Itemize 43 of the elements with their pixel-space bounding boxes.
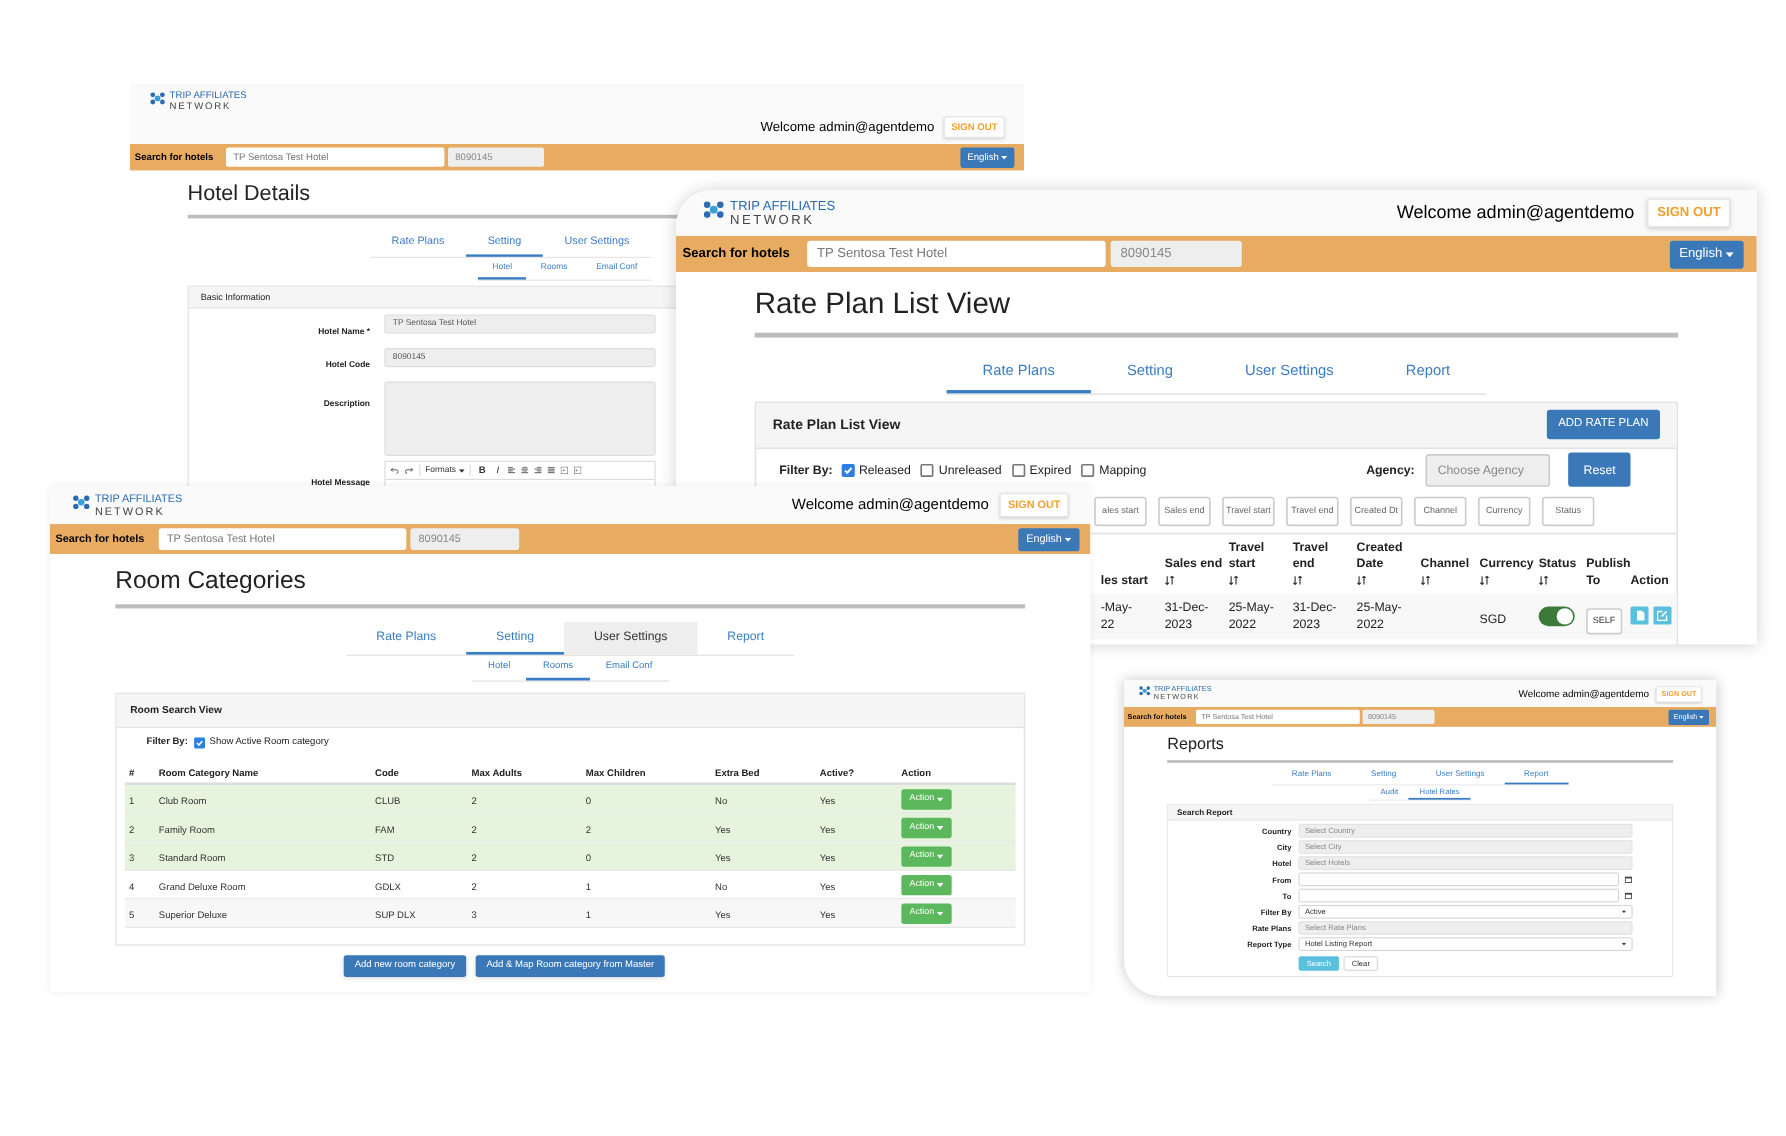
status-toggle[interactable]	[1538, 605, 1575, 626]
date-field[interactable]	[1298, 889, 1619, 903]
welcome-text: Welcome admin@agentdemo	[1396, 200, 1635, 227]
calendar-icon[interactable]	[1624, 875, 1633, 884]
caret-icon	[1699, 715, 1704, 719]
calendar-icon[interactable]	[1624, 891, 1633, 900]
caret-icon	[1725, 251, 1734, 257]
page-title: Hotel Details	[187, 180, 311, 207]
sort-icon[interactable]	[1420, 576, 1431, 586]
logo-icon	[71, 494, 91, 511]
page-title: Reports	[1167, 734, 1224, 754]
align-center-icon[interactable]	[520, 466, 529, 474]
logo-icon	[149, 91, 166, 106]
caret-icon	[1621, 943, 1627, 946]
sort-icon[interactable]	[1356, 576, 1367, 586]
logo-icon	[702, 199, 726, 220]
description-field[interactable]	[384, 381, 656, 456]
caret-icon	[1064, 537, 1072, 542]
page-title: Room Categories	[115, 564, 306, 595]
sort-icon[interactable]	[1228, 576, 1239, 586]
sort-icon[interactable]	[1164, 576, 1175, 586]
checkbox[interactable]	[194, 737, 206, 749]
sort-icon[interactable]	[1479, 576, 1490, 586]
checkbox[interactable]	[920, 463, 934, 477]
caret-icon	[936, 853, 944, 858]
page-title: Rate Plan List View	[754, 285, 1011, 322]
align-left-icon[interactable]	[507, 466, 515, 474]
caret-icon	[936, 882, 944, 887]
sort-icon[interactable]	[1538, 576, 1549, 586]
logo-icon	[1138, 685, 1151, 697]
sort-icon[interactable]	[1292, 576, 1303, 586]
date-field[interactable]	[1298, 872, 1619, 887]
checkbox[interactable]	[1081, 463, 1095, 477]
caret-icon	[936, 911, 944, 916]
caret-icon	[936, 825, 944, 830]
caret-icon	[1621, 910, 1627, 914]
caret-icon	[1001, 155, 1008, 159]
checkbox[interactable]	[1011, 463, 1025, 477]
checkbox[interactable]	[840, 463, 854, 477]
align-justify-icon[interactable]	[547, 466, 555, 474]
caret-icon	[936, 796, 944, 801]
align-right-icon[interactable]	[534, 466, 542, 474]
caret-icon	[458, 468, 465, 473]
